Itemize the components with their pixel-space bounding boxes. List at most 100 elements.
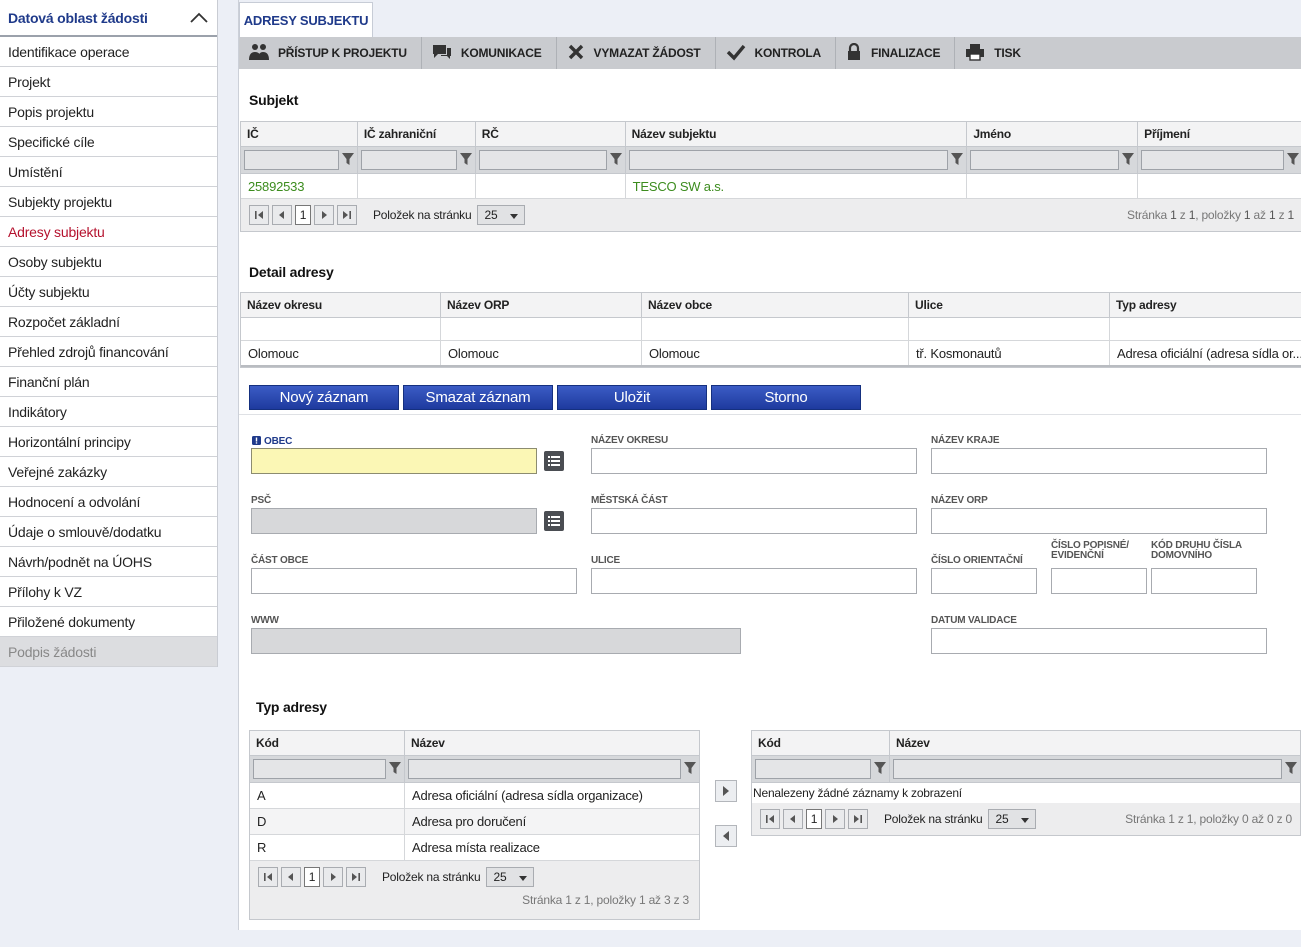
next-page-button[interactable]	[825, 809, 845, 829]
cancel-button[interactable]: Storno	[711, 385, 861, 410]
obec-field[interactable]	[251, 448, 537, 474]
filter-icon[interactable]	[341, 152, 354, 169]
per-page-select[interactable]: 25	[477, 205, 526, 225]
sidebar-item[interactable]: Hodnocení a odvolání	[0, 487, 217, 517]
column-header[interactable]: Kód	[250, 731, 405, 755]
table-row[interactable]: Olomouc Olomouc Olomouc tř. Kosmonautů A…	[241, 341, 1301, 367]
sidebar-item[interactable]: Osoby subjektu	[0, 247, 217, 277]
filter-icon[interactable]	[1122, 152, 1135, 169]
communication-button[interactable]: KOMUNIKACE	[422, 37, 557, 69]
current-page[interactable]: 1	[295, 205, 311, 225]
sidebar-item[interactable]: Subjekty projektu	[0, 187, 217, 217]
table-row[interactable]: 25892533 TESCO SW a.s.	[241, 174, 1301, 199]
table-row[interactable]: D Adresa pro doručení	[250, 809, 699, 835]
filter-input[interactable]	[755, 759, 871, 779]
access-button[interactable]: PŘÍSTUP K PROJEKTU	[239, 37, 422, 69]
chevron-up-icon[interactable]	[189, 11, 209, 25]
move-right-button[interactable]	[715, 780, 737, 802]
sidebar-item[interactable]: Adresy subjektu	[0, 217, 217, 247]
sidebar-item[interactable]: Identifikace operace	[0, 37, 217, 67]
column-header[interactable]: IČ	[241, 122, 358, 146]
filter-icon[interactable]	[609, 152, 622, 169]
obec-list-button[interactable]	[544, 451, 564, 471]
column-header[interactable]: Název ORP	[441, 293, 642, 317]
delete-record-button[interactable]: Smazat záznam	[403, 385, 553, 410]
column-header[interactable]: Příjmení	[1138, 122, 1301, 146]
column-header[interactable]: Kód	[752, 731, 890, 755]
sidebar-item[interactable]: Indikátory	[0, 397, 217, 427]
cislo-orientacni-field[interactable]	[931, 568, 1037, 594]
last-page-button[interactable]	[848, 809, 868, 829]
sidebar-item[interactable]: Finanční plán	[0, 367, 217, 397]
delete-application-button[interactable]: VYMAZAT ŽÁDOST	[557, 37, 716, 69]
filter-icon[interactable]	[459, 152, 472, 169]
filter-input[interactable]	[970, 150, 1120, 170]
column-header[interactable]: Ulice	[909, 293, 1110, 317]
cast-obce-field[interactable]	[251, 568, 577, 594]
sidebar-item[interactable]: Přehled zdrojů financování	[0, 337, 217, 367]
filter-input[interactable]	[478, 150, 607, 170]
filter-input[interactable]	[1141, 150, 1284, 170]
column-header[interactable]: Název	[405, 731, 699, 755]
sidebar-item[interactable]: Podpis žádosti	[0, 637, 217, 667]
filter-icon[interactable]	[951, 152, 964, 169]
last-page-button[interactable]	[337, 205, 357, 225]
current-page[interactable]: 1	[806, 809, 822, 829]
filter-icon[interactable]	[389, 761, 401, 778]
prev-page-button[interactable]	[281, 867, 301, 887]
sidebar-item[interactable]: Veřejné zakázky	[0, 457, 217, 487]
datum-validace-field[interactable]	[931, 628, 1267, 654]
okres-field[interactable]	[591, 448, 917, 474]
filter-icon[interactable]	[1285, 761, 1297, 778]
mestska-cast-field[interactable]	[591, 508, 917, 534]
sidebar-item[interactable]: Projekt	[0, 67, 217, 97]
www-field[interactable]	[251, 628, 741, 654]
column-header[interactable]: Jméno	[967, 122, 1139, 146]
sidebar-item[interactable]: Údaje o smlouvě/dodatku	[0, 517, 217, 547]
psc-list-button[interactable]	[544, 511, 564, 531]
sidebar-item[interactable]: Účty subjektu	[0, 277, 217, 307]
sidebar-item[interactable]: Návrh/podnět na ÚOHS	[0, 547, 217, 577]
print-button[interactable]: TISK	[955, 37, 1035, 69]
ulice-field[interactable]	[591, 568, 917, 594]
column-header[interactable]: Název okresu	[241, 293, 441, 317]
column-header[interactable]: RČ	[476, 122, 626, 146]
per-page-select[interactable]: 25	[486, 867, 535, 887]
filter-input[interactable]	[893, 759, 1282, 779]
sidebar-item[interactable]: Rozpočet základní	[0, 307, 217, 337]
sidebar-item[interactable]: Specifické cíle	[0, 127, 217, 157]
first-page-button[interactable]	[760, 809, 780, 829]
kraj-field[interactable]	[931, 448, 1267, 474]
first-page-button[interactable]	[249, 205, 269, 225]
column-header[interactable]: Typ adresy	[1110, 293, 1301, 317]
filter-input[interactable]	[408, 759, 681, 779]
sidebar-item[interactable]: Umístění	[0, 157, 217, 187]
filter-icon[interactable]	[874, 761, 886, 778]
current-page[interactable]: 1	[304, 867, 320, 887]
table-row[interactable]: R Adresa místa realizace	[250, 835, 699, 861]
sidebar-header[interactable]: Datová oblast žádosti	[0, 0, 217, 37]
last-page-button[interactable]	[346, 867, 366, 887]
column-header[interactable]: Název subjektu	[626, 122, 968, 146]
sidebar-item[interactable]: Popis projektu	[0, 97, 217, 127]
psc-field[interactable]	[251, 508, 537, 534]
filter-input[interactable]	[360, 150, 457, 170]
prev-page-button[interactable]	[783, 809, 803, 829]
sidebar-item[interactable]: Horizontální principy	[0, 427, 217, 457]
move-left-button[interactable]	[715, 825, 737, 847]
sidebar-item[interactable]: Přílohy k VZ	[0, 577, 217, 607]
save-button[interactable]: Uložit	[557, 385, 707, 410]
orp-field[interactable]	[931, 508, 1267, 534]
prev-page-button[interactable]	[272, 205, 292, 225]
column-header[interactable]: Název obce	[642, 293, 909, 317]
filter-input[interactable]	[244, 150, 339, 170]
column-header[interactable]: IČ zahraniční	[358, 122, 476, 146]
next-page-button[interactable]	[323, 867, 343, 887]
new-record-button[interactable]: Nový záznam	[249, 385, 399, 410]
tab-adresy-subjektu[interactable]: ADRESY SUBJEKTU	[239, 2, 373, 37]
column-header[interactable]: Název	[890, 731, 1300, 755]
sidebar-item[interactable]: Přiložené dokumenty	[0, 607, 217, 637]
next-page-button[interactable]	[314, 205, 334, 225]
finalize-button[interactable]: FINALIZACE	[836, 37, 956, 69]
filter-input[interactable]	[253, 759, 386, 779]
